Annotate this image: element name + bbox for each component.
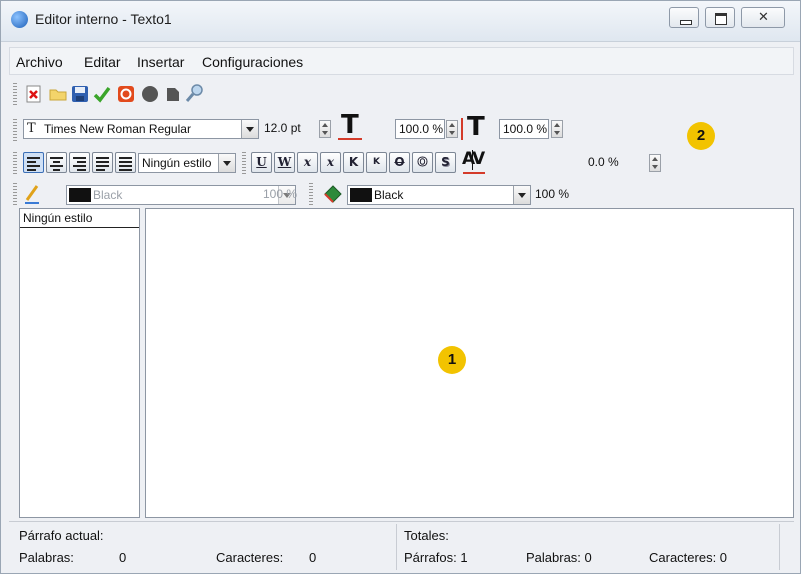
align-right-button[interactable] — [69, 152, 90, 173]
window-title: Editor interno - Texto1 — [35, 11, 172, 27]
outline-button[interactable]: O — [412, 152, 433, 173]
toolbar-grip[interactable] — [242, 152, 246, 174]
fill-color-select[interactable]: Black — [347, 185, 531, 205]
vertical-scale-icon: T — [459, 112, 493, 145]
superscript-button[interactable]: x — [320, 152, 341, 173]
all-caps-button[interactable]: K — [343, 152, 364, 173]
tracking-value: 0.0 % — [588, 155, 619, 169]
editor-window: Editor interno - Texto1 ✕ Archivo Editar… — [0, 0, 801, 574]
total-characters: Caracteres: 0 — [649, 550, 728, 565]
text-editor-area[interactable]: 1 — [145, 208, 794, 518]
maximize-icon — [715, 13, 727, 25]
pencil-icon[interactable] — [23, 184, 43, 204]
total-words: Palabras: 0 — [526, 550, 592, 565]
status-divider — [396, 524, 397, 570]
current-paragraph-label: Párrafo actual: — [19, 528, 104, 543]
circle-icon[interactable] — [141, 85, 159, 103]
stop-icon[interactable] — [117, 85, 135, 103]
close-icon: ✕ — [758, 9, 769, 24]
word-underline-button[interactable]: W — [274, 152, 295, 173]
maximize-button[interactable] — [705, 7, 735, 28]
toolbar-grip[interactable] — [13, 152, 17, 174]
paragraph-style-value: Ningún estilo — [142, 156, 212, 170]
fill-tint-value[interactable]: 100 % — [535, 187, 569, 201]
totals-label: Totales: — [404, 528, 449, 543]
height-scale-spinner[interactable] — [551, 120, 563, 138]
window-controls: ✕ — [669, 7, 791, 29]
minimize-icon — [680, 20, 692, 25]
words-label: Palabras: — [19, 550, 74, 565]
menu-editar[interactable]: Editar — [84, 54, 121, 70]
menu-bar: Archivo Editar Insertar Configuraciones — [9, 47, 794, 75]
font-family-select[interactable]: T Times New Roman Regular — [23, 119, 259, 139]
paragraph-style-select[interactable]: Ningún estilo — [138, 153, 236, 173]
subscript-button[interactable]: x — [297, 152, 318, 173]
toolbar-area: T Times New Roman Regular 12.0 pt T 100.… — [9, 77, 794, 207]
strikethrough-button[interactable]: O — [389, 152, 410, 173]
shape-icon[interactable] — [164, 85, 182, 103]
align-left-button[interactable] — [23, 152, 44, 173]
toolbar-grip[interactable] — [309, 183, 313, 205]
justify-button[interactable] — [92, 152, 113, 173]
status-divider — [779, 524, 780, 570]
title-bar: Editor interno - Texto1 ✕ — [1, 1, 800, 42]
justify-all-button[interactable] — [115, 152, 136, 173]
align-center-button[interactable] — [46, 152, 67, 173]
underline-button[interactable]: U — [251, 152, 272, 173]
width-scale-field[interactable]: 100.0 % — [395, 119, 445, 139]
kerning-icon: AV — [461, 149, 491, 177]
characters-value: 0 — [309, 550, 317, 565]
scale-glyph: T — [341, 110, 359, 140]
font-size-value: 12.0 pt — [264, 121, 301, 135]
horizontal-scale-icon: T — [337, 110, 367, 143]
shadow-button[interactable]: S — [435, 152, 456, 173]
styles-panel-header[interactable]: Ningún estilo — [20, 209, 139, 228]
checkmark-icon[interactable] — [93, 85, 111, 103]
total-paragraphs: Párrafos: 1 — [404, 550, 468, 565]
close-document-icon[interactable] — [25, 85, 43, 103]
width-scale-value: 100.0 % — [399, 122, 444, 136]
callout-badge-1: 1 — [438, 346, 466, 374]
dropdown-arrow-icon[interactable] — [218, 154, 235, 172]
stroke-tint-value[interactable]: 100 % — [263, 187, 297, 201]
font-family-value: Times New Roman Regular — [44, 122, 191, 136]
scale-glyph: T — [467, 112, 485, 142]
paint-bucket-icon[interactable] — [322, 184, 344, 204]
words-value: 0 — [119, 550, 127, 565]
height-scale-value: 100.0 % — [503, 122, 548, 136]
toolbar-grip[interactable] — [13, 119, 17, 141]
width-scale-spinner[interactable] — [446, 120, 458, 138]
small-caps-button[interactable]: K — [366, 152, 387, 173]
search-icon[interactable] — [185, 83, 205, 103]
font-size-spinner[interactable] — [319, 120, 331, 138]
stroke-color-select[interactable]: Black — [66, 185, 296, 205]
fill-color-value: Black — [374, 188, 404, 202]
dropdown-arrow-icon[interactable] — [241, 120, 258, 138]
fill-color-swatch — [350, 188, 372, 202]
truetype-font-icon: T — [27, 121, 36, 136]
callout-badge-2: 2 — [687, 122, 715, 150]
open-folder-icon[interactable] — [49, 85, 67, 103]
characters-label: Caracteres: — [216, 550, 284, 565]
minimize-button[interactable] — [669, 7, 699, 28]
toolbar-grip[interactable] — [13, 183, 17, 205]
dropdown-arrow-icon[interactable] — [513, 186, 530, 204]
menu-configuraciones[interactable]: Configuraciones — [202, 54, 303, 70]
close-window-button[interactable]: ✕ — [741, 7, 785, 28]
stroke-color-value: Black — [93, 188, 123, 202]
toolbar-grip[interactable] — [13, 83, 17, 105]
status-bar: Párrafo actual: Palabras: 0 Caracteres: … — [9, 521, 794, 572]
menu-archivo[interactable]: Archivo — [16, 54, 63, 70]
styles-panel[interactable]: Ningún estilo — [19, 208, 140, 518]
save-icon[interactable] — [71, 85, 89, 103]
app-icon — [11, 11, 28, 28]
tracking-spinner[interactable] — [649, 154, 661, 172]
menu-insertar[interactable]: Insertar — [137, 54, 184, 70]
tracking-field[interactable]: 0.0 % — [585, 153, 635, 173]
stroke-color-swatch — [69, 188, 91, 202]
height-scale-field[interactable]: 100.0 % — [499, 119, 549, 139]
font-size-field[interactable]: 12.0 pt — [261, 119, 317, 139]
